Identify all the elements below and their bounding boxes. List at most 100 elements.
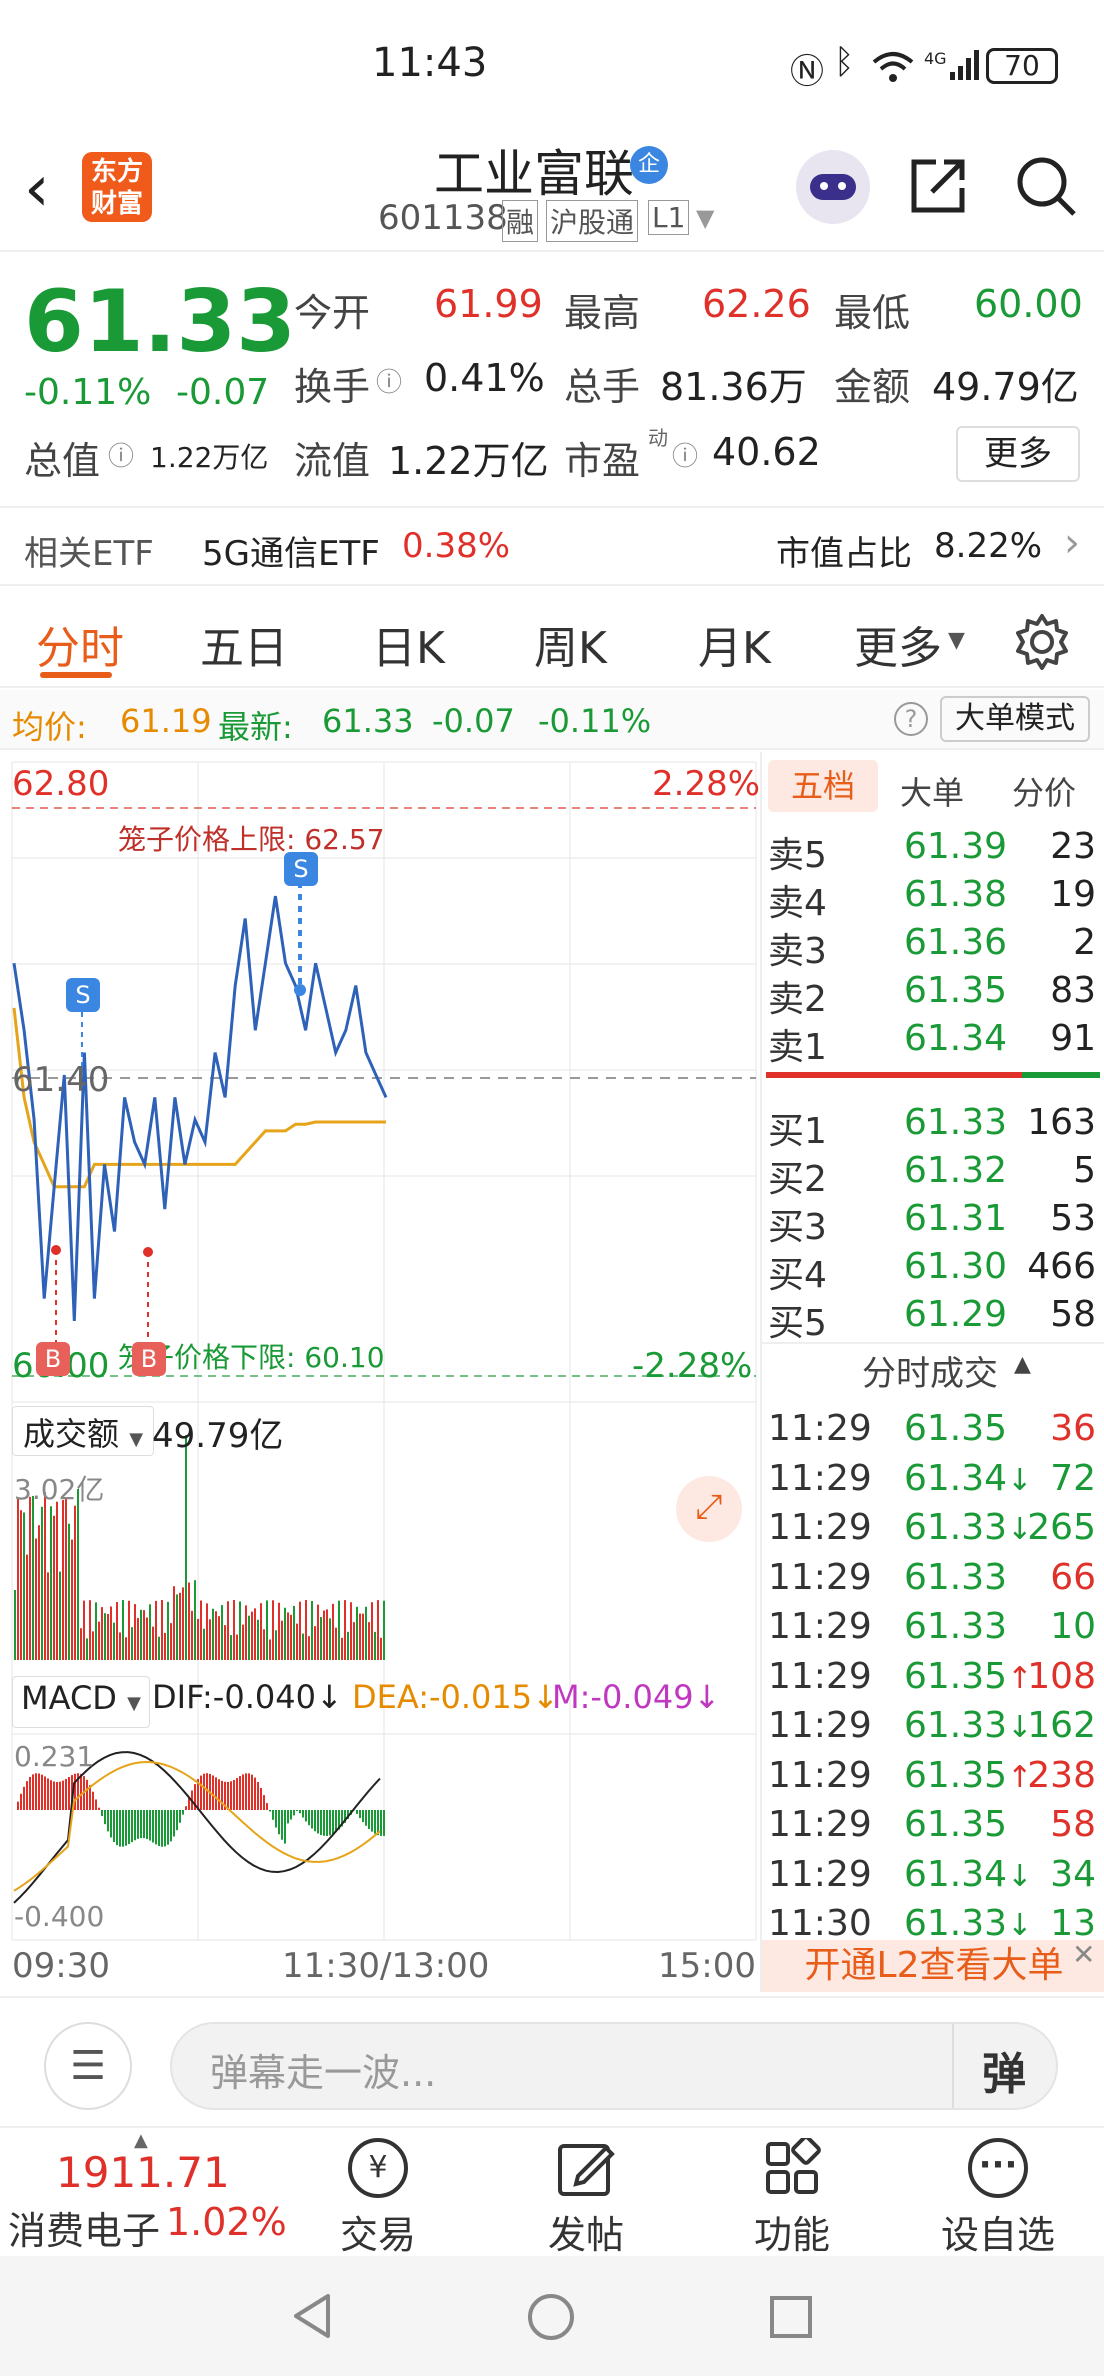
macd-bar <box>62 1780 64 1810</box>
ask-strength-bar <box>1022 1072 1100 1078</box>
volume-bar <box>344 1600 346 1660</box>
volume-bar <box>323 1610 325 1660</box>
tab-price-dist[interactable]: 分价 <box>1012 768 1076 814</box>
macd-bar <box>134 1810 136 1841</box>
volume-bar <box>143 1610 145 1660</box>
volume-bar <box>152 1626 154 1660</box>
l2-upgrade-banner[interactable]: 开通L2查看大单 <box>762 1940 1104 1992</box>
status-bar: 11:43 Ⓝ ᛒ 4G 70 <box>0 0 1104 130</box>
info-icon[interactable]: ⓘ <box>672 436 698 473</box>
help-icon[interactable]: ? <box>894 702 928 736</box>
tab-more[interactable]: 更多 <box>854 612 942 676</box>
assistant-avatar[interactable] <box>796 150 870 224</box>
big-order-mode-button[interactable]: 大单模式 <box>940 696 1090 742</box>
volume-bar <box>26 1554 28 1660</box>
close-icon[interactable]: ✕ <box>1072 1938 1095 1971</box>
macd-bar <box>170 1810 172 1842</box>
macd-bar <box>146 1810 148 1840</box>
pe-label: 市盈 <box>564 439 641 483</box>
volume-bar <box>350 1602 352 1660</box>
tick-volume: 265 <box>1027 1507 1096 1548</box>
grid-icon <box>766 2138 821 2194</box>
tick-time: 11:29 <box>768 1457 872 1499</box>
system-nav-bar <box>0 2256 1104 2376</box>
low-value: 60.00 <box>974 282 1083 326</box>
nav-home-icon[interactable] <box>526 2292 576 2342</box>
buy-marker-icon[interactable]: B <box>132 1342 166 1376</box>
macd-selector-label: MACD <box>21 1679 117 1717</box>
macd-bar <box>176 1810 178 1831</box>
macd-bar <box>158 1810 160 1846</box>
info-icon[interactable]: ⓘ <box>108 436 134 473</box>
danmu-input[interactable]: 弹幕走一波... 弹 <box>170 2022 1058 2110</box>
macd-bar <box>293 1810 295 1816</box>
chevron-down-icon[interactable]: ▼ <box>696 204 714 232</box>
macd-bar <box>17 1801 19 1810</box>
tick-volume: 36 <box>1050 1408 1096 1449</box>
macd-bar <box>101 1810 103 1817</box>
volume-bar <box>260 1603 262 1660</box>
tab-big-orders[interactable]: 大单 <box>900 768 964 814</box>
time-axis-end: 15:00 <box>658 1946 756 1986</box>
tab-trade[interactable]: ¥ 交易 <box>278 2128 478 2258</box>
info-icon[interactable]: ⓘ <box>376 362 402 399</box>
tag-level: L1 <box>648 200 690 235</box>
tab-five-levels[interactable]: 五档 <box>768 760 878 812</box>
index-ticker[interactable]: ▲ 1911.71 消费电子 1.02% <box>0 2128 290 2258</box>
sell-marker-icon[interactable]: S <box>66 978 100 1012</box>
volume-selector[interactable]: 成交额 ▼ <box>12 1406 155 1456</box>
macd-bar <box>236 1778 238 1810</box>
tab-functions[interactable]: 功能 <box>692 2128 892 2258</box>
macd-bar <box>23 1786 25 1810</box>
danmu-settings-icon[interactable]: ☰ <box>44 2022 132 2110</box>
share-icon[interactable] <box>906 154 970 218</box>
open-label: 今开 <box>294 291 371 335</box>
tick-price: 61.33↓ <box>904 1903 1033 1944</box>
tick-price: 61.34↓ <box>904 1853 1033 1895</box>
amount-label: 金额 <box>834 365 911 409</box>
macd-selector[interactable]: MACD ▼ <box>12 1676 150 1728</box>
tab-weekly-k[interactable]: 周K <box>534 612 607 676</box>
tab-monthly-k[interactable]: 月K <box>698 612 771 676</box>
volume-bar <box>98 1621 100 1660</box>
nav-recents-icon[interactable] <box>768 2294 814 2340</box>
macd-bar <box>56 1781 58 1810</box>
volume-bar <box>329 1618 331 1660</box>
intraday-chart[interactable]: 62.80 2.28% 61.40 60.00 -2.28% 笼子价格上限: 6… <box>0 752 760 1992</box>
back-button[interactable]: ‹ <box>24 152 50 226</box>
sell-marker-icon[interactable]: S <box>284 852 318 886</box>
tick-time: 11:29 <box>768 1853 872 1895</box>
expand-icon[interactable]: ⤢ <box>676 1476 742 1542</box>
etf-share-label: 市值占比 <box>776 534 912 574</box>
more-button[interactable]: 更多 <box>956 426 1080 482</box>
tab-intraday[interactable]: 分时 <box>36 612 124 676</box>
buy-marker-icon[interactable]: B <box>36 1342 70 1376</box>
related-etf-row[interactable]: 相关ETF 5G通信ETF 0.38% 市值占比 8.22% › <box>0 506 1104 586</box>
macd-bar <box>245 1773 247 1810</box>
macd-bar <box>95 1799 97 1810</box>
tick-time: 11:29 <box>768 1606 872 1647</box>
volume-bar <box>113 1622 115 1660</box>
tick-price: 61.33 <box>904 1556 1008 1598</box>
tab-daily-k[interactable]: 日K <box>372 612 445 676</box>
macd-bar <box>218 1779 220 1810</box>
volume-bar <box>236 1634 238 1660</box>
ticks-title[interactable]: 分时成交 <box>862 1346 998 1395</box>
gear-icon[interactable] <box>1012 612 1072 672</box>
macd-bar <box>230 1781 232 1810</box>
tick-row: 11:29 61.33↓ 162 <box>762 1701 1104 1751</box>
nav-back-icon[interactable] <box>288 2292 336 2340</box>
tab-post[interactable]: 发帖 <box>486 2128 686 2258</box>
tick-price: 61.35 <box>904 1408 1008 1449</box>
tab-add-watchlist[interactable]: ··· 设自选 <box>898 2128 1098 2258</box>
ask-row: 卖2 61.35 83 <box>768 970 1096 1020</box>
search-icon[interactable] <box>1012 152 1080 220</box>
danmu-bar: ☰ 弹幕走一波... 弹 <box>0 1996 1104 2126</box>
ask-row: 卖1 61.34 91 <box>768 1018 1096 1068</box>
macd-bar <box>326 1810 328 1836</box>
volume-bar <box>356 1606 358 1660</box>
danmu-toggle-button[interactable]: 弹 <box>982 2038 1026 2102</box>
volume-bar <box>245 1605 247 1660</box>
macd-bar <box>44 1776 46 1810</box>
tab-five-day[interactable]: 五日 <box>200 612 288 676</box>
